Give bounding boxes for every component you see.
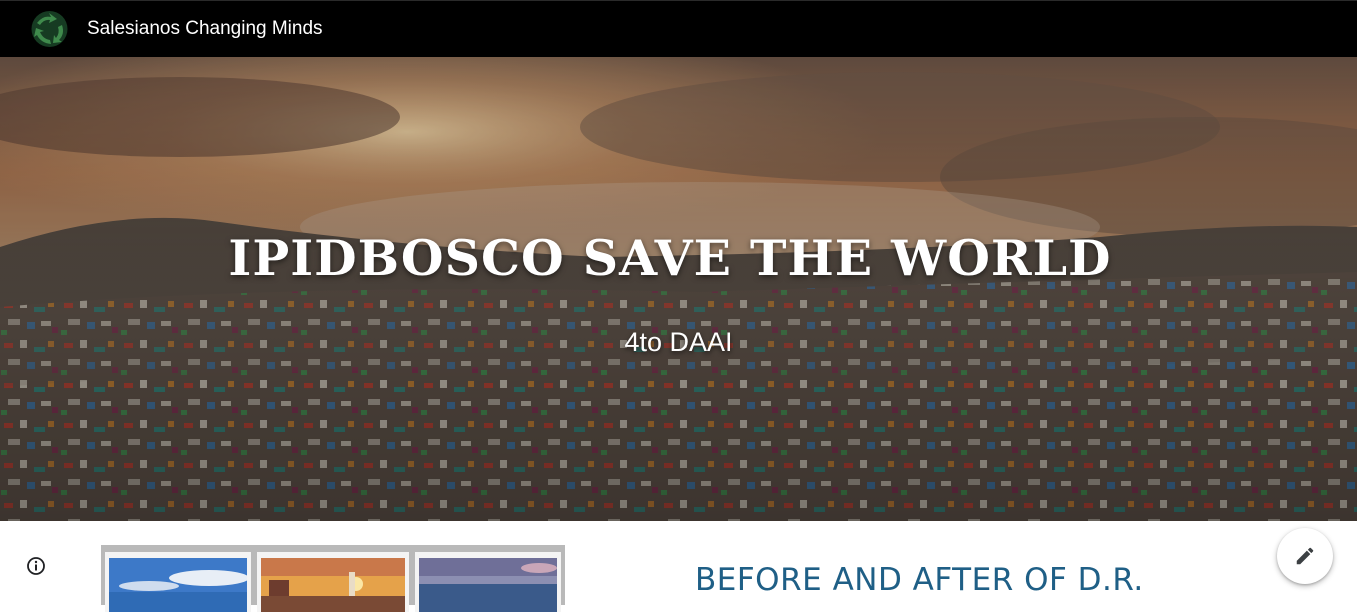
pencil-icon [1296,547,1314,565]
hero-title: IPIDBOSCO SAVE THE WORLD [228,229,1112,287]
collage-photo-1 [105,552,251,612]
hero-subtitle: 4to DAAI [624,327,733,357]
hero-landfill-image [0,57,1357,521]
site-header: Salesianos Changing Minds [0,0,1357,57]
hero-banner: IPIDBOSCO SAVE THE WORLD 4to DAAI [0,57,1357,521]
collage-photo-2 [257,552,409,612]
section-heading: BEFORE AND AFTER OF D.R. [695,562,1144,598]
site-title[interactable]: Salesianos Changing Minds [87,18,323,40]
collage-photo-3 [415,552,561,612]
before-after-collage[interactable] [101,545,565,612]
recycle-globe-icon[interactable] [27,9,72,49]
edit-button[interactable] [1277,528,1333,584]
info-icon[interactable] [25,555,47,577]
